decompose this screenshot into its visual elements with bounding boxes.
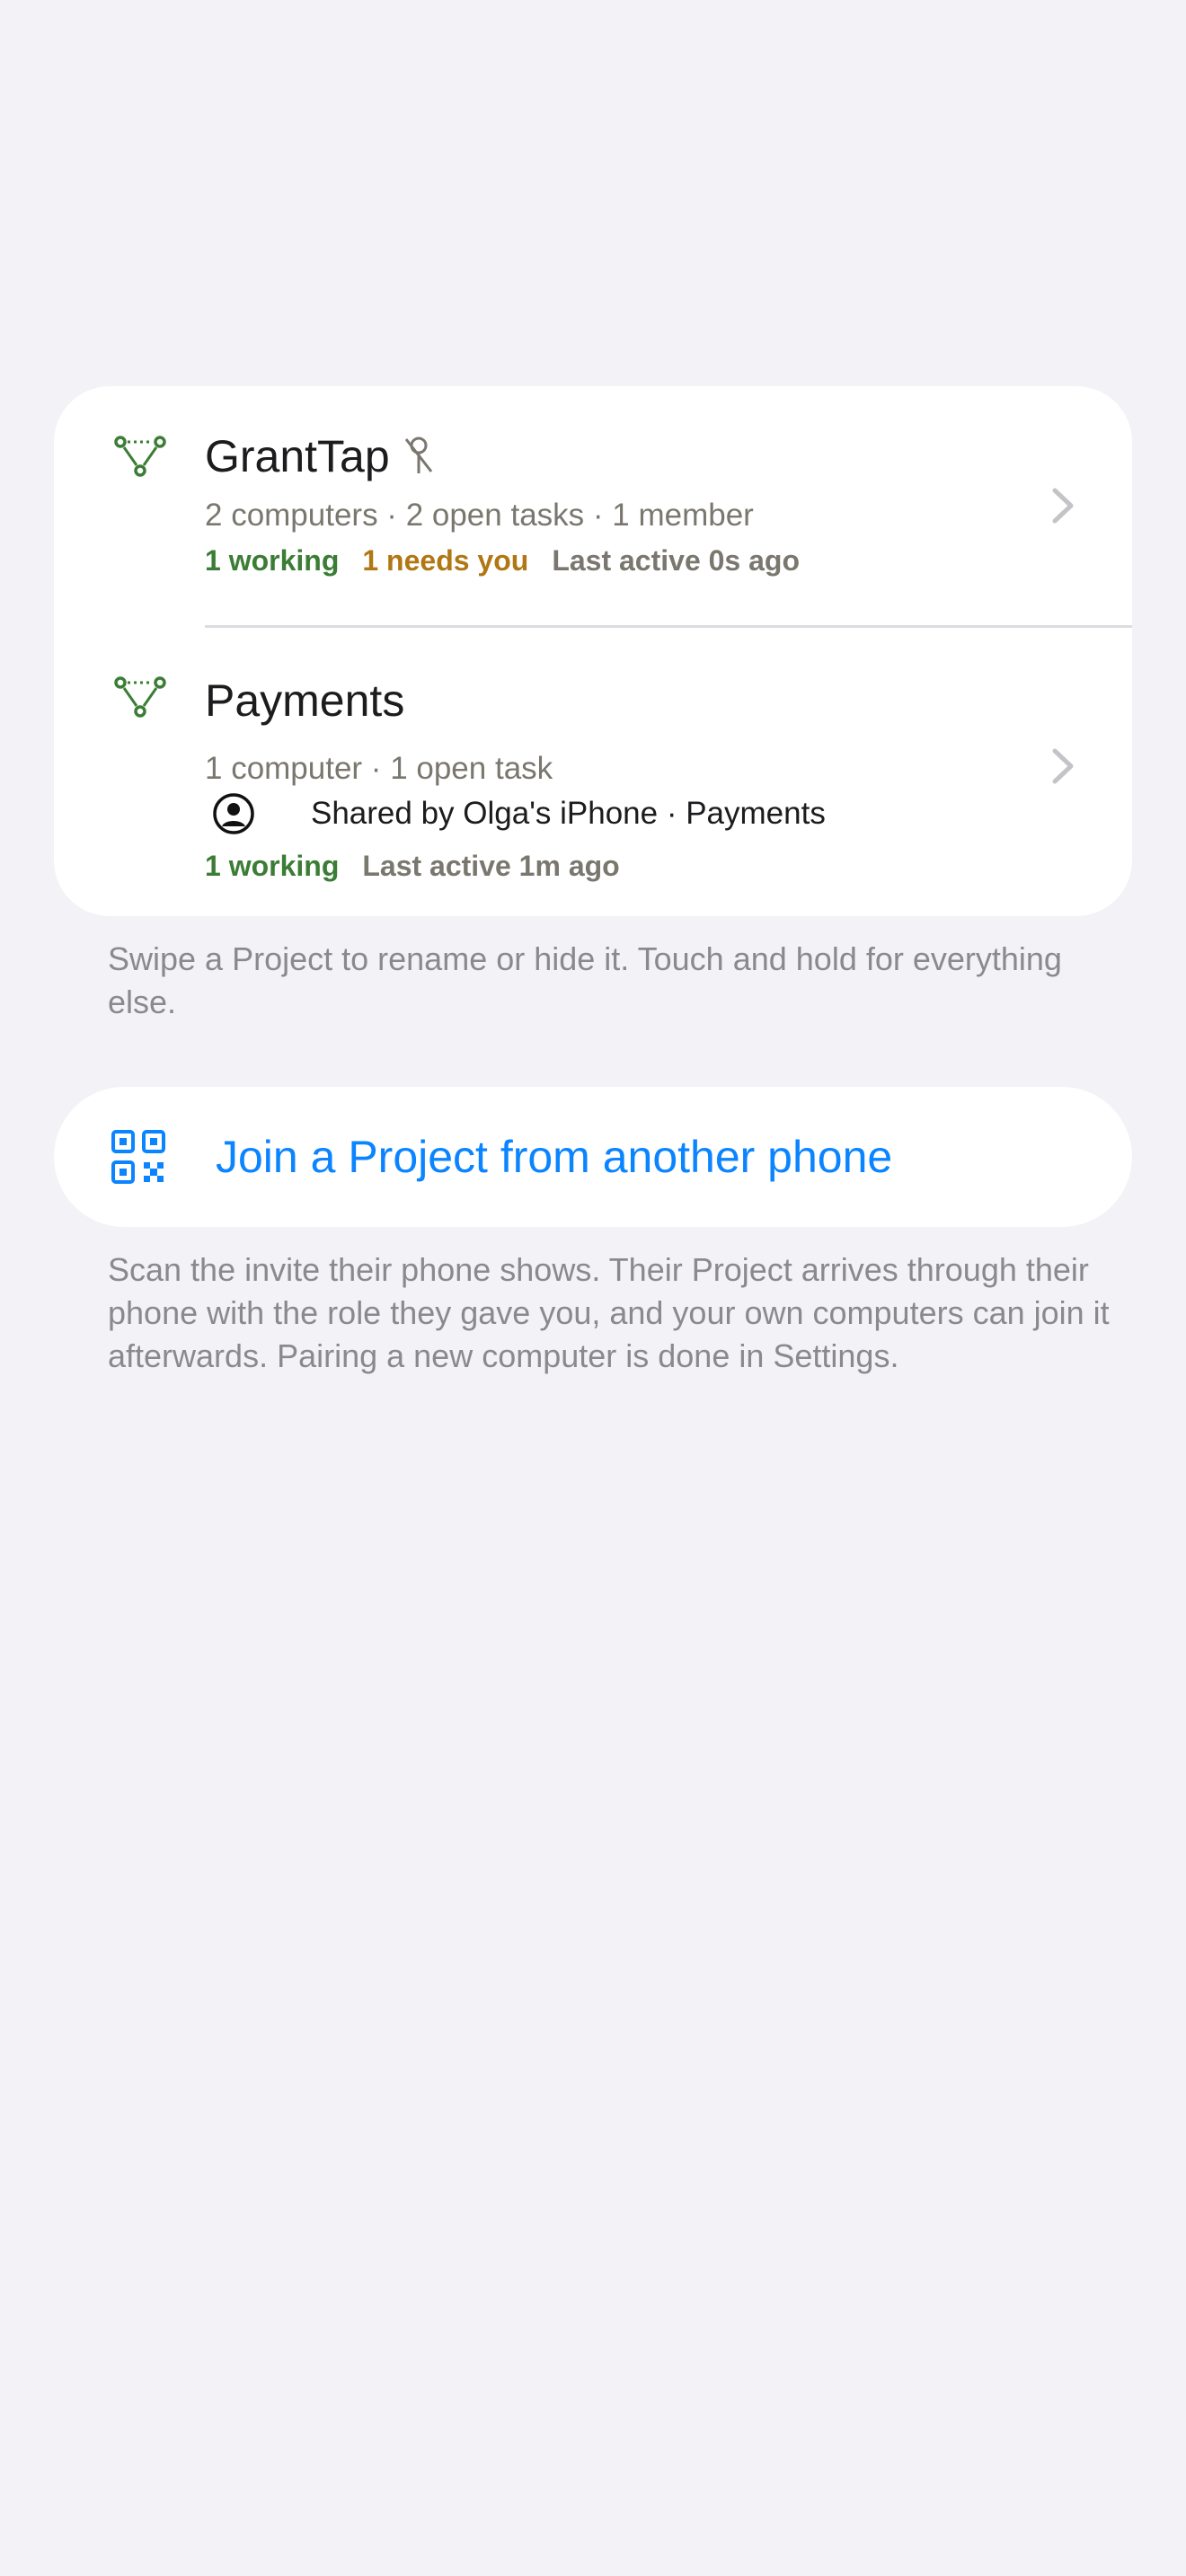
status-needs-you: 1 needs you (362, 544, 529, 577)
status-working: 1 working (205, 544, 340, 577)
status-working: 1 working (205, 850, 340, 882)
project-title-line: Payments (205, 675, 404, 726)
project-meta: 1 computer · 1 open task (205, 751, 553, 786)
projects-screen: GrantTap 2 computers · 2 open tasks · 1 … (0, 0, 1186, 2576)
shared-by-line: Shared by Olga's iPhone · Payments (212, 792, 826, 835)
project-status: 1 working Last active 1m ago (205, 848, 620, 884)
projects-list: GrantTap 2 computers · 2 open tasks · 1 … (54, 386, 1132, 916)
person-circle-icon (213, 793, 254, 834)
chevron-right-icon (1052, 488, 1074, 524)
project-title: GrantTap (205, 431, 390, 481)
shared-by-text: Shared by Olga's iPhone · Payments (311, 796, 826, 831)
join-footnote: Scan the invite their phone shows. Their… (108, 1251, 1110, 1374)
join-project-label: Join a Project from another phone (216, 1132, 893, 1182)
projects-footnote: Swipe a Project to rename or hide it. To… (108, 940, 1062, 1020)
qr-code-icon (111, 1130, 165, 1184)
project-meta: 2 computers · 2 open tasks · 1 member (205, 498, 754, 533)
project-title-line: GrantTap (205, 431, 435, 481)
project-status: 1 working 1 needs you Last active 0s ago (205, 543, 800, 578)
join-project-button[interactable]: Join a Project from another phone (54, 1087, 1132, 1227)
project-row-payments[interactable]: Payments 1 computer · 1 open task Shared… (54, 627, 1132, 916)
chevron-right-icon (1052, 748, 1074, 784)
project-network-icon (114, 436, 166, 477)
project-title: Payments (205, 675, 405, 726)
status-last-active: Last active 1m ago (362, 850, 620, 882)
pin-slash-icon (404, 437, 432, 473)
project-row-granttap[interactable]: GrantTap 2 computers · 2 open tasks · 1 … (54, 386, 1132, 628)
project-network-icon (114, 676, 166, 718)
status-last-active: Last active 0s ago (552, 544, 800, 577)
